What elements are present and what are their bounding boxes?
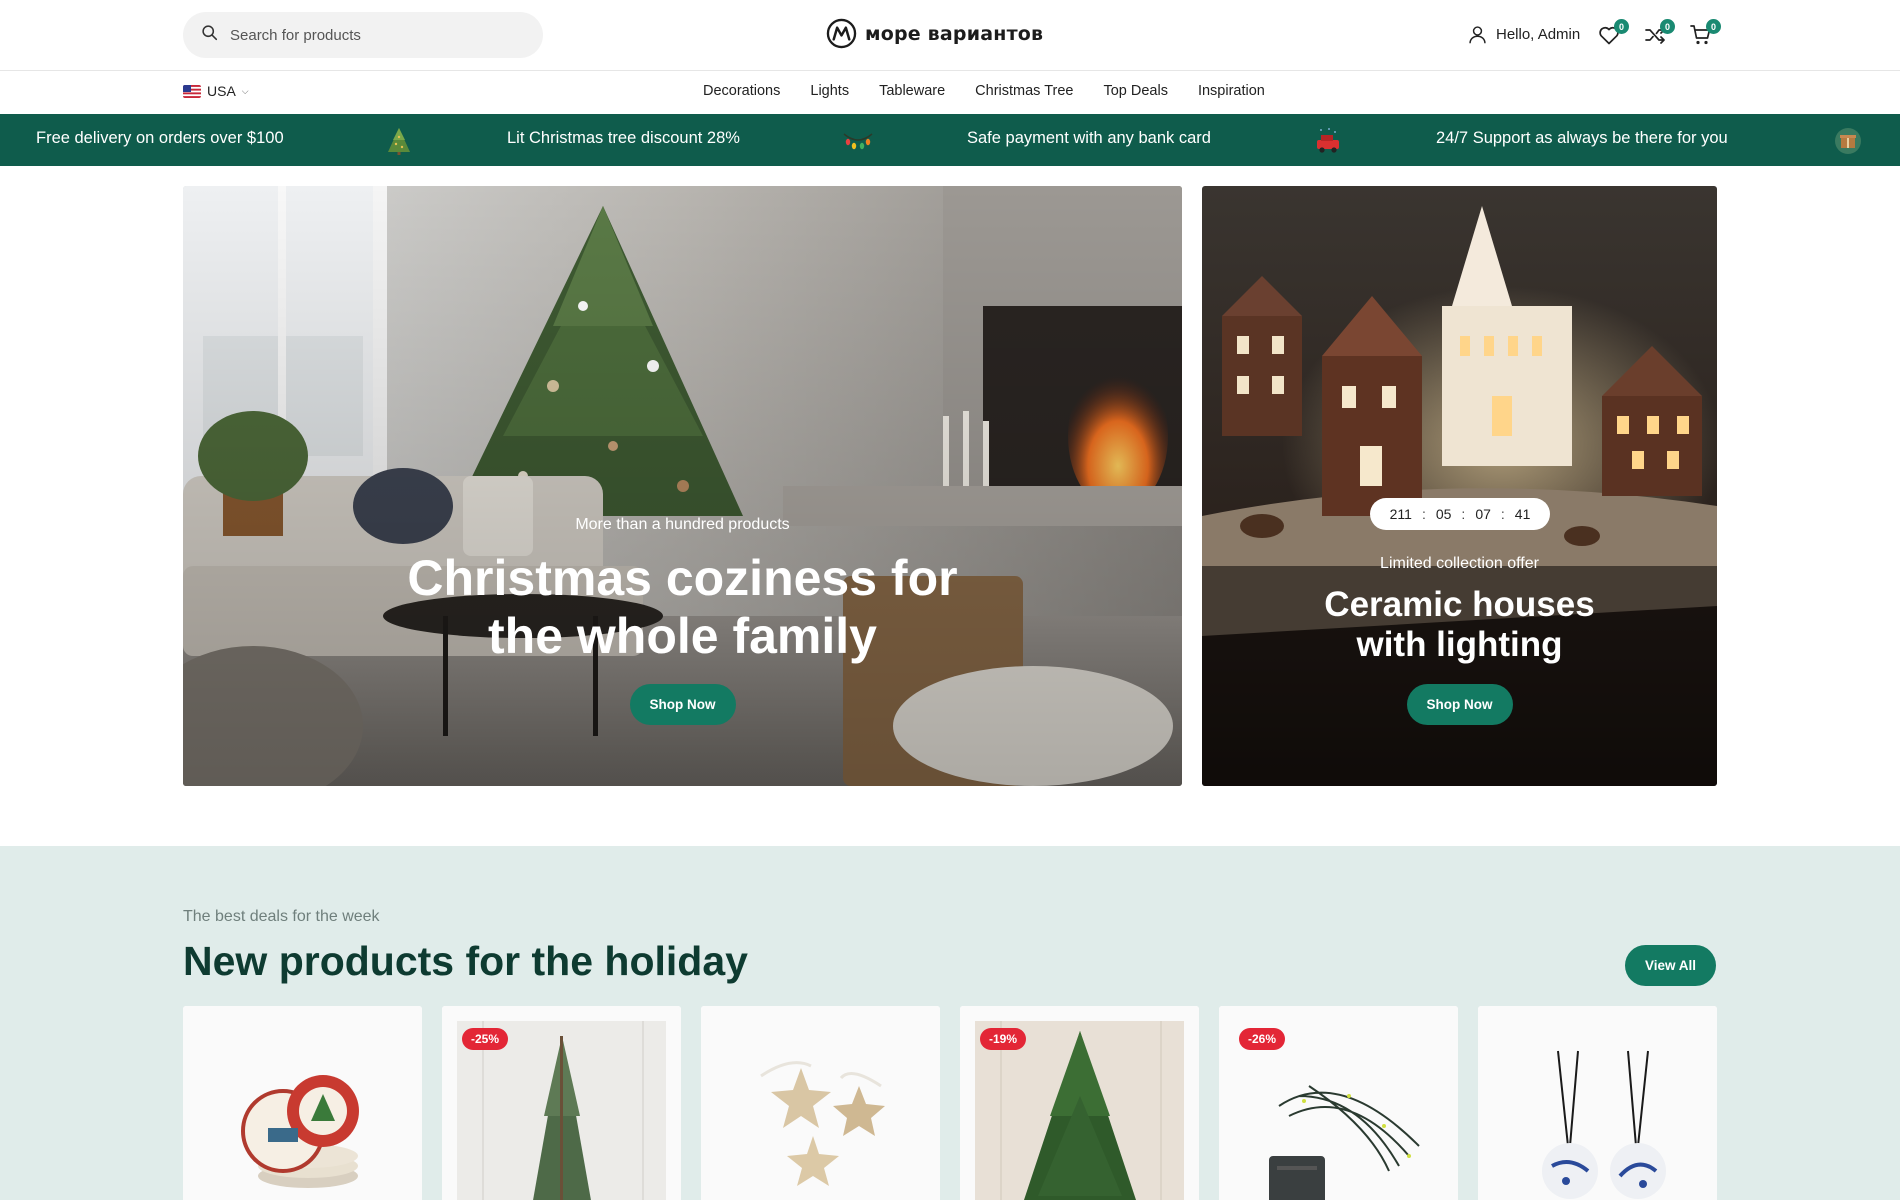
product-card[interactable] — [701, 1006, 940, 1200]
discount-badge: -25% — [462, 1028, 509, 1050]
christmas-tree-icon — [388, 128, 410, 155]
gift-car-icon — [1317, 128, 1339, 153]
promo-bar: Free delivery on orders over $100 Lit Ch… — [0, 114, 1900, 166]
hero-banner-main[interactable]: More than a hundred products Christmas c… — [183, 186, 1182, 786]
country-selector[interactable]: USA ⌵ — [183, 83, 249, 99]
string-lights-icon — [843, 133, 873, 150]
account-link[interactable]: Hello, Admin — [1467, 24, 1580, 45]
countdown-timer: 211 : 05 : 07 : 41 — [1370, 498, 1550, 530]
compare-count-badge: 0 — [1660, 19, 1675, 34]
ceramic-baubles-image — [1478, 1006, 1717, 1200]
promo-support: 24/7 Support as always be there for you — [1436, 129, 1728, 147]
nav-row: USA ⌵ Decorations Lights Tableware Chris… — [0, 72, 1900, 114]
us-flag-icon — [183, 84, 201, 98]
new-products-section: The best deals for the week New products… — [0, 846, 1900, 1200]
nav-item-christmas-tree[interactable]: Christmas Tree — [975, 83, 1073, 99]
countdown-seconds: 41 — [1514, 506, 1531, 522]
product-card[interactable]: -19% — [960, 1006, 1199, 1200]
wishlist-button[interactable]: 0 — [1597, 19, 1629, 49]
hero-side-title-line1: Ceramic houses — [1324, 585, 1595, 624]
cart-count-badge: 0 — [1706, 19, 1721, 34]
countdown-days: 211 — [1389, 506, 1412, 522]
hero-main-shop-now-button[interactable]: Shop Now — [629, 684, 736, 725]
main-nav: Decorations Lights Tableware Christmas T… — [703, 83, 1265, 99]
promo-safe-payment: Safe payment with any bank card — [967, 129, 1211, 147]
hero-main-title-line1: Christmas coziness for — [407, 550, 958, 606]
hero-main-title-line2: the whole family — [488, 608, 877, 664]
nav-item-tableware[interactable]: Tableware — [879, 83, 945, 99]
countdown-minutes: 07 — [1475, 506, 1491, 522]
hero-side-title-line2: with lighting — [1356, 625, 1563, 664]
wooden-stars-image — [701, 1006, 940, 1200]
nav-item-lights[interactable]: Lights — [810, 83, 849, 99]
discount-badge: -26% — [1239, 1028, 1286, 1050]
site-logo[interactable]: море вариантов — [826, 18, 1043, 49]
product-card[interactable] — [1478, 1006, 1717, 1200]
search-bar[interactable] — [183, 12, 543, 58]
discount-badge: -19% — [980, 1028, 1027, 1050]
promo-free-delivery: Free delivery on orders over $100 — [36, 129, 284, 147]
hero-side-subtitle: Limited collection offer — [1380, 555, 1539, 572]
hero-banner-ceramic-houses[interactable]: 211 : 05 : 07 : 41 Limited collection of… — [1202, 186, 1717, 786]
promo-tree-discount: Lit Christmas tree discount 28% — [507, 129, 740, 147]
nav-item-top-deals[interactable]: Top Deals — [1103, 83, 1167, 99]
nav-item-decorations[interactable]: Decorations — [703, 83, 780, 99]
section-title: New products for the holiday — [183, 938, 748, 984]
christmas-plates-image — [183, 1006, 422, 1200]
hero-main-subtitle: More than a hundred products — [575, 516, 790, 533]
search-icon — [201, 24, 218, 46]
product-card[interactable]: -26% — [1219, 1006, 1458, 1200]
site-header: море вариантов Hello, Admin 0 0 0 — [0, 0, 1900, 71]
nav-item-inspiration[interactable]: Inspiration — [1198, 83, 1265, 99]
logo-text: море вариантов — [865, 22, 1044, 45]
countdown-hours: 05 — [1435, 506, 1452, 522]
compare-button[interactable]: 0 — [1643, 19, 1675, 49]
countdown-separator: : — [1461, 506, 1466, 522]
country-label: USA — [207, 83, 236, 99]
cart-button[interactable]: 0 — [1689, 19, 1721, 49]
wishlist-count-badge: 0 — [1614, 19, 1629, 34]
product-card[interactable]: -25% — [442, 1006, 681, 1200]
chevron-down-icon: ⌵ — [241, 85, 249, 96]
logo-mark-icon — [826, 18, 857, 49]
view-all-button[interactable]: View All — [1625, 945, 1717, 986]
countdown-separator: : — [1500, 506, 1505, 522]
countdown-separator: : — [1421, 506, 1426, 522]
product-card[interactable] — [183, 1006, 422, 1200]
search-input[interactable] — [230, 26, 510, 44]
section-kicker: The best deals for the week — [183, 908, 380, 925]
greeting-text: Hello, Admin — [1496, 26, 1581, 43]
user-icon — [1469, 26, 1486, 44]
gift-box-icon — [1835, 128, 1861, 154]
hero-side-shop-now-button[interactable]: Shop Now — [1406, 684, 1513, 725]
